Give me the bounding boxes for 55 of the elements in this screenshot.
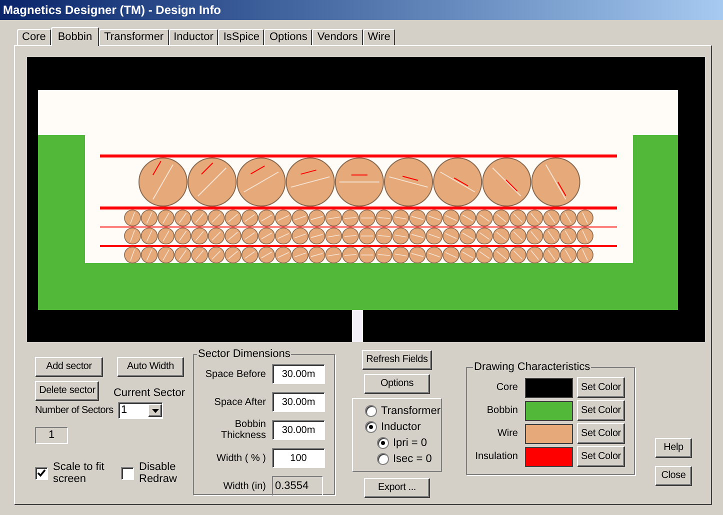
- dropdown-arrow-icon: [152, 408, 158, 412]
- radio-label: Inductor: [381, 422, 421, 432]
- radio-button[interactable]: [377, 453, 389, 465]
- tab[interactable]: Wire: [362, 29, 396, 45]
- group-title: Sector Dimensions: [197, 347, 292, 362]
- auto-width-button[interactable]: Auto Width: [117, 357, 184, 377]
- field-label: Bobbin Thickness: [220, 419, 266, 441]
- checkbox[interactable]: [121, 466, 134, 480]
- delete-sector-button[interactable]: Delete sector: [35, 381, 100, 401]
- dimension-input-field[interactable]: 30.00m: [272, 392, 325, 412]
- number-of-sectors-field: 1: [35, 427, 68, 444]
- refresh-fields-button[interactable]: Refresh Fields: [362, 350, 432, 370]
- set-color-button[interactable]: Set Color: [577, 423, 625, 444]
- field-label: Width (in): [222, 480, 266, 492]
- radio-label: Isec = 0: [393, 454, 432, 464]
- group-title: Drawing Characteristics: [473, 360, 592, 375]
- radio-button[interactable]: [365, 405, 377, 417]
- tab[interactable]: Inductor: [168, 29, 218, 45]
- checkbox-label: Scale to fit screen: [53, 461, 105, 485]
- set-color-button[interactable]: Set Color: [577, 377, 625, 398]
- number-of-sectors-label: Number of Sectors: [35, 404, 114, 418]
- tab[interactable]: Bobbin: [50, 27, 100, 46]
- tab[interactable]: Core: [17, 29, 51, 45]
- field-label: Space After: [213, 396, 266, 408]
- set-color-button[interactable]: Set Color: [577, 446, 625, 467]
- tab[interactable]: Transformer: [99, 29, 169, 45]
- tab[interactable]: IsSpice: [218, 29, 264, 45]
- options-button[interactable]: Options: [364, 374, 430, 394]
- color-label: Core: [495, 381, 518, 395]
- radio-button[interactable]: [377, 437, 389, 449]
- color-label: Wire: [496, 427, 518, 441]
- checkbox-label: Disable Redraw: [139, 461, 178, 485]
- radio-label: Ipri = 0: [393, 438, 427, 448]
- color-label: Bobbin: [486, 404, 518, 418]
- help-button[interactable]: Help: [655, 438, 692, 458]
- radio-button[interactable]: [365, 421, 377, 433]
- set-color-button[interactable]: Set Color: [577, 400, 625, 421]
- current-sector-dropdown[interactable]: 1: [118, 402, 163, 419]
- color-label: Insulation: [474, 450, 518, 464]
- window-title: Magnetics Designer (TM) - Design Info: [3, 2, 222, 19]
- export-button[interactable]: Export ...: [364, 478, 430, 498]
- field-label: Space Before: [204, 368, 266, 380]
- dimension-input-field[interactable]: 30.00m: [272, 364, 325, 384]
- dimension-input-field[interactable]: 100: [272, 448, 325, 468]
- add-sector-button[interactable]: Add sector: [35, 357, 103, 377]
- checkbox[interactable]: [35, 466, 48, 480]
- check-icon: [37, 469, 46, 477]
- current-sector-label: Current Sector: [113, 386, 185, 400]
- tab[interactable]: Options: [264, 29, 312, 45]
- close-button[interactable]: Close: [655, 466, 692, 486]
- tab[interactable]: Vendors: [312, 29, 363, 45]
- width-inches-field: 0.3554: [272, 476, 323, 496]
- field-label: Width ( % ): [216, 452, 266, 464]
- dimension-input-field[interactable]: 30.00m: [272, 420, 325, 440]
- radio-label: Transformer: [381, 406, 440, 416]
